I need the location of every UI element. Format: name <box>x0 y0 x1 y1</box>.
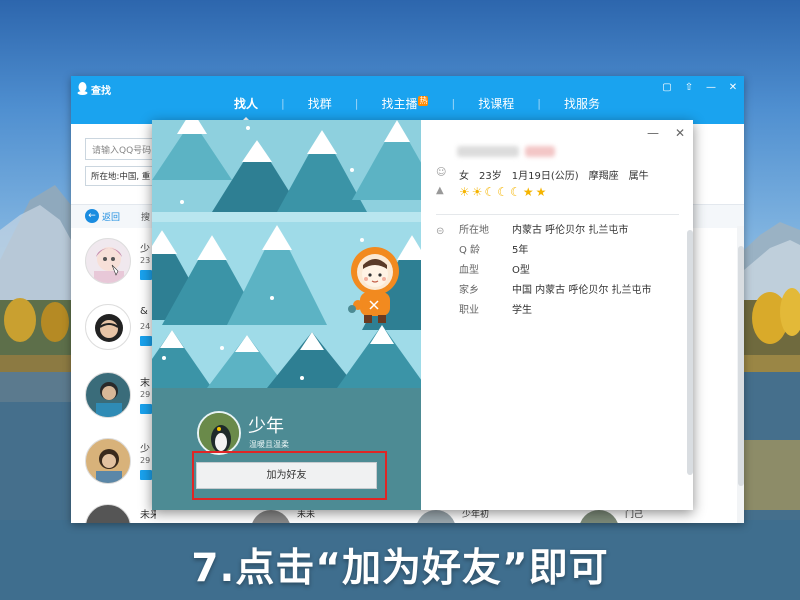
detail-row: Q 龄 5年 <box>459 245 529 256</box>
avatar <box>85 372 131 418</box>
list-item[interactable]: 未未 <box>251 510 315 523</box>
qq-level[interactable]: ☀ ☀ ☾ ☾ ☾ ★ ★ <box>459 185 546 199</box>
back-button[interactable]: ← 返回 <box>85 209 120 223</box>
profile-avatar[interactable] <box>197 411 241 455</box>
close-icon[interactable]: ✕ <box>675 126 685 140</box>
sun-icon: ☀ <box>471 185 483 199</box>
minimize-icon[interactable]: — <box>647 126 659 140</box>
list-item[interactable]: 少 29 <box>85 438 156 498</box>
star-icon: ★ <box>522 185 534 199</box>
list-item[interactable]: & 24 <box>85 304 156 364</box>
tab-find-streamers[interactable]: 找主播热 <box>358 96 451 122</box>
sun-icon: ☀ <box>459 185 470 199</box>
list-item[interactable]: 少年初 <box>416 510 489 523</box>
add-friend-button[interactable]: 加为好友 <box>196 462 377 489</box>
add-mini-button[interactable] <box>140 336 152 346</box>
blurred-remark <box>525 146 555 157</box>
avatar <box>579 510 619 523</box>
list-item[interactable]: 门己 <box>579 510 643 523</box>
divider <box>436 214 679 215</box>
add-mini-button[interactable] <box>140 404 152 414</box>
person-icon: ☺ <box>436 167 447 178</box>
moon-icon: ☾ <box>484 185 496 199</box>
results-scroll-track[interactable] <box>737 226 744 523</box>
list-item[interactable]: 少 23 <box>85 238 156 298</box>
avatar <box>251 510 291 523</box>
detail-list: 所在地 内蒙古 呼伦贝尔 扎兰屯市 Q 龄 5年 血型 O型 家乡 中国 内蒙古 呼伦贝… <box>459 224 652 324</box>
profile-nickname: 少年 <box>248 416 284 437</box>
window-title: 查找 <box>91 86 111 97</box>
window-titlebar: 查找 找人 | 找群 | 找主播热 | 找课程 | 找服务 ▢ ⇧ — ✕ <box>71 76 744 124</box>
add-mini-button[interactable] <box>140 270 152 280</box>
results-scrollbar[interactable] <box>738 246 744 486</box>
star-icon: ★ <box>535 185 547 199</box>
add-mini-button[interactable] <box>140 470 152 480</box>
avatar <box>85 238 131 284</box>
popup-controls: — ✕ <box>647 126 685 140</box>
detail-row: 家乡 中国 内蒙古 呼伦贝尔 扎兰屯市 <box>459 285 652 296</box>
winter-scene-illustration <box>152 120 421 388</box>
tab-find-people[interactable]: 找人 <box>211 96 281 122</box>
back-arrow-icon: ← <box>85 209 99 223</box>
moon-icon: ☾ <box>497 185 509 199</box>
bottom-results-row: 未未 少年初 门己 <box>71 510 744 523</box>
basic-info: 女 23岁 1月19日(公历) 摩羯座 属牛 <box>459 171 649 182</box>
more-info-icon: ⊝ <box>436 226 445 237</box>
blurred-nickname <box>457 146 519 157</box>
feedback-icon[interactable]: ▢ <box>662 82 672 94</box>
level-chart-icon: ▲ <box>436 185 444 196</box>
profile-details: — ✕ ☺ 女 23岁 1月19日(公历) 摩羯座 属牛 ▲ ☀ ☀ ☾ ☾ ☾ ★ ★… <box>421 120 693 510</box>
close-icon[interactable]: ✕ <box>728 82 738 94</box>
tutorial-caption: 7.点击“加为好友”即可 <box>191 546 609 591</box>
main-tabs: 找人 | 找群 | 找主播热 | 找课程 | 找服务 <box>211 96 623 122</box>
hot-badge: 热 <box>418 96 429 106</box>
search-label: 搜 <box>141 213 151 223</box>
detail-row: 所在地 内蒙古 呼伦贝尔 扎兰屯市 <box>459 225 629 236</box>
details-scrollbar[interactable] <box>687 230 693 475</box>
profile-signature: 温暖且温柔 <box>249 440 289 449</box>
avatar <box>416 510 456 523</box>
moon-icon: ☾ <box>510 185 521 199</box>
result-list: 少 23 & 24 末 29 少 29 未来 <box>71 228 156 523</box>
avatar <box>85 438 131 484</box>
tab-find-services[interactable]: 找服务 <box>541 96 623 122</box>
profile-cover: 少年 温暖且温柔 加为好友 <box>152 120 421 510</box>
profile-card: 少年 温暖且温柔 加为好友 — ✕ ☺ 女 23岁 1月19日(公历) 摩羯座 属牛 ▲… <box>152 120 693 510</box>
minimize-icon[interactable]: — <box>706 82 716 94</box>
window-controls: ▢ ⇧ — ✕ <box>662 82 738 94</box>
tab-find-groups[interactable]: 找群 <box>285 96 355 122</box>
detail-row: 职业 学生 <box>459 305 532 316</box>
qq-penguin-icon <box>77 82 88 95</box>
avatar <box>85 304 131 350</box>
tab-find-courses[interactable]: 找课程 <box>455 96 537 122</box>
list-item[interactable]: 末 29 <box>85 372 156 432</box>
detail-row: 血型 O型 <box>459 265 530 276</box>
share-icon[interactable]: ⇧ <box>684 82 694 94</box>
